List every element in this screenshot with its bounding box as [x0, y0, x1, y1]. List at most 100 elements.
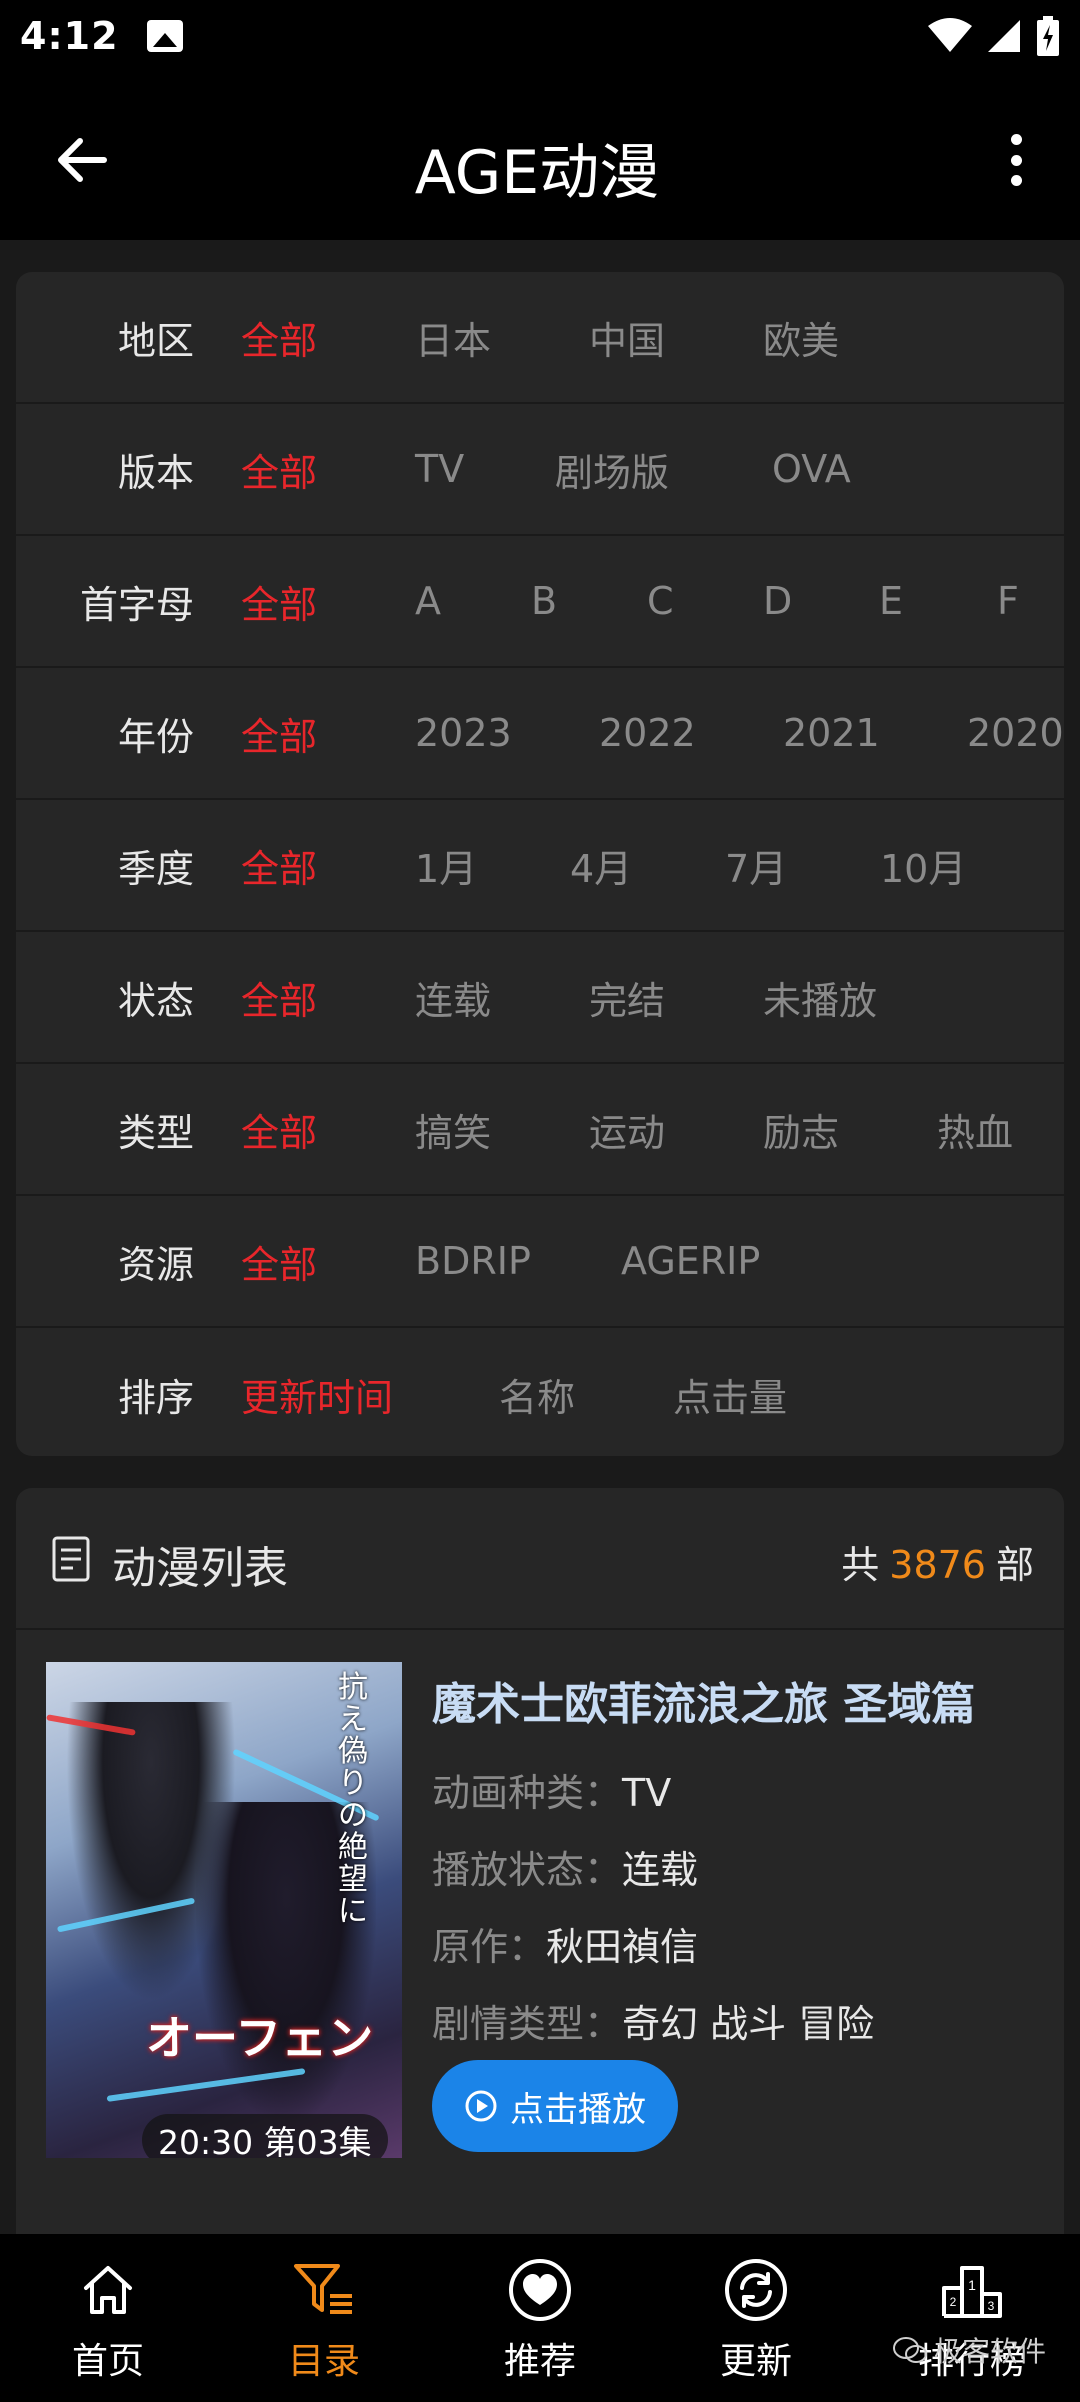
nav-home[interactable]: 首页 [0, 2234, 216, 2402]
list-title: 动漫列表 [112, 1543, 288, 1594]
filter-option[interactable]: BDRIP [415, 1239, 531, 1283]
list-header: 动漫列表 共 3876 部 [16, 1488, 1064, 1630]
filter-option[interactable]: 未播放 [763, 970, 877, 1025]
filter-label: 状态 [117, 978, 194, 1023]
filter-option[interactable]: 2021 [783, 711, 880, 755]
filter-option[interactable]: 日本 [415, 310, 491, 365]
svg-text:3: 3 [988, 2299, 995, 2313]
episode-badge: 20:30 第03集 [142, 2114, 388, 2158]
home-icon [76, 2258, 140, 2322]
filter-option[interactable]: E [879, 579, 903, 623]
poster-logo: オーフェン [146, 2011, 374, 2065]
battery-icon [1037, 16, 1059, 56]
filter-option[interactable]: 全部 [241, 442, 317, 497]
filter-option[interactable]: 10月 [880, 838, 966, 893]
filter-label: 类型 [117, 1110, 194, 1155]
filter-label: 季度 [117, 846, 194, 891]
list-item[interactable]: 抗え偽りの絶望に オーフェン 20:30 第03集 魔术士欧菲流浪之旅 圣域篇 … [16, 1630, 1064, 2190]
meta-original: 原作：秋田禎信 [432, 1925, 699, 1969]
status-time: 4:12 [20, 14, 119, 58]
filter-option[interactable]: 名称 [499, 1367, 575, 1422]
filter-option[interactable]: TV [415, 447, 464, 491]
filter-label: 年份 [117, 714, 194, 759]
nav-catalog[interactable]: 目录 [216, 2234, 432, 2402]
meta-type: 动画种类：TV [432, 1771, 672, 1815]
more-options-button[interactable] [992, 128, 1040, 192]
play-button[interactable]: 点击播放 [432, 2060, 678, 2152]
nav-recommend[interactable]: 推荐 [432, 2234, 648, 2402]
anime-poster[interactable]: 抗え偽りの絶望に オーフェン 20:30 第03集 [46, 1662, 402, 2158]
filter-option[interactable]: B [531, 579, 557, 623]
filter-row-year: 年份 全部 2023 2022 2021 2020 [16, 668, 1064, 800]
filter-option[interactable]: 励志 [763, 1102, 839, 1157]
page-title: AGE动漫 [414, 138, 660, 208]
anime-title[interactable]: 魔术士欧菲流浪之旅 圣域篇 [432, 1668, 975, 1732]
cell-signal-icon [988, 20, 1020, 52]
nav-updates[interactable]: 更新 [648, 2234, 864, 2402]
filter-row-status: 状态 全部 连载 完结 未播放 [16, 932, 1064, 1064]
result-count-number: 3876 [889, 1543, 986, 1587]
catalog-filter-icon [292, 2258, 356, 2322]
filter-option[interactable]: 完结 [589, 970, 665, 1025]
document-list-icon [52, 1536, 90, 1582]
filter-option[interactable]: F [997, 579, 1019, 623]
filter-option[interactable]: 4月 [570, 838, 632, 893]
wechat-logo-icon [892, 2337, 927, 2363]
status-indicators [928, 16, 1060, 56]
filter-option[interactable]: 全部 [241, 310, 317, 365]
filter-option[interactable]: 2020 [967, 711, 1064, 755]
filter-option[interactable]: 更新时间 [241, 1367, 393, 1422]
filter-option[interactable]: 全部 [241, 574, 317, 629]
svg-text:1: 1 [968, 2277, 976, 2293]
filter-option[interactable]: OVA [772, 447, 851, 491]
filter-row-genre: 类型 全部 搞笑 运动 励志 热血 [16, 1064, 1064, 1196]
filter-option[interactable]: A [415, 579, 441, 623]
filter-option[interactable]: 中国 [589, 310, 665, 365]
filter-label: 版本 [117, 450, 194, 495]
app-bar: AGE动漫 [0, 72, 1080, 240]
refresh-icon [724, 2258, 788, 2322]
filter-label: 排序 [117, 1375, 194, 1420]
gallery-notification-icon [146, 20, 183, 52]
heart-icon [508, 2258, 572, 2322]
poster-tagline: 抗え偽りの絶望に [338, 1670, 368, 1929]
meta-status: 播放状态：连载 [432, 1848, 699, 1892]
filter-option[interactable]: 剧场版 [555, 442, 669, 497]
filter-label: 资源 [117, 1242, 194, 1287]
filter-option[interactable]: 2023 [415, 711, 512, 755]
filter-label: 首字母 [79, 582, 194, 627]
filter-option[interactable]: AGERIP [621, 1239, 760, 1283]
status-bar: 4:12 [0, 0, 1080, 72]
filter-row-version: 版本 全部 TV 剧场版 OVA [16, 404, 1064, 536]
filter-option[interactable]: 2022 [599, 711, 696, 755]
filter-option[interactable]: 连载 [415, 970, 491, 1025]
filter-option[interactable]: D [763, 579, 792, 623]
more-dot-icon [1010, 134, 1022, 145]
filter-option[interactable]: 运动 [589, 1102, 665, 1157]
filter-row-season: 季度 全部 1月 4月 7月 10月 [16, 800, 1064, 932]
filter-option[interactable]: 1月 [415, 838, 477, 893]
filter-row-sort: 排序 更新时间 名称 点击量 [16, 1328, 1064, 1456]
result-count: 共 3876 部 [841, 1543, 1034, 1587]
filter-label: 地区 [117, 318, 194, 363]
filter-option[interactable]: C [647, 579, 674, 623]
filter-row-resource: 资源 全部 BDRIP AGERIP [16, 1196, 1064, 1328]
filter-option[interactable]: 搞笑 [415, 1102, 491, 1157]
filter-option[interactable]: 全部 [241, 706, 317, 761]
svg-text:2: 2 [950, 2295, 957, 2309]
filter-panel: 地区 全部 日本 中国 欧美 版本 全部 TV 剧场版 OVA 首字母 全部 A… [16, 272, 1064, 1456]
filter-row-initial: 首字母 全部 A B C D E F [16, 536, 1064, 668]
ranking-icon: 12 3 [940, 2258, 1004, 2322]
watermark: 极客软件 [892, 2330, 1046, 2370]
filter-option[interactable]: 7月 [725, 838, 787, 893]
filter-option[interactable]: 欧美 [763, 310, 839, 365]
filter-option[interactable]: 全部 [241, 1102, 317, 1157]
filter-option[interactable]: 全部 [241, 1234, 317, 1289]
nav-ranking[interactable]: 123 排行榜 [864, 2234, 1080, 2402]
filter-option[interactable]: 点击量 [673, 1367, 787, 1422]
wifi-icon [928, 18, 972, 52]
filter-option[interactable]: 全部 [241, 838, 317, 893]
filter-option[interactable]: 热血 [937, 1102, 1013, 1157]
play-circle-icon [465, 2090, 497, 2122]
filter-option[interactable]: 全部 [241, 970, 317, 1025]
